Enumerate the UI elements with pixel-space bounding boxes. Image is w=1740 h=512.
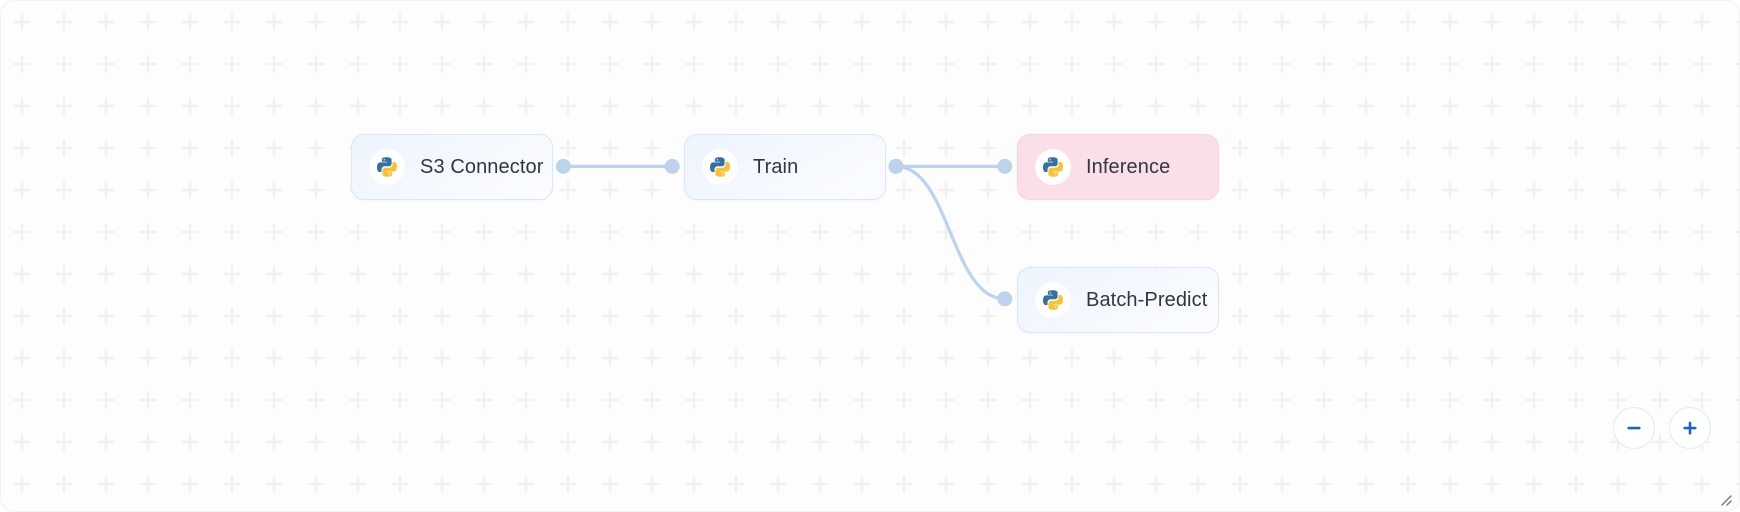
- zoom-controls: [1613, 407, 1711, 449]
- resize-grip-icon[interactable]: [1717, 491, 1733, 507]
- minus-icon: [1627, 426, 1641, 430]
- edge-train-to-inference[interactable]: [888, 158, 1013, 174]
- flow-canvas[interactable]: S3 Connector Train Inference Batch-Predi…: [0, 0, 1740, 512]
- node-label: S3 Connector: [420, 156, 544, 178]
- python-icon: [1036, 283, 1070, 317]
- edge-s3-to-train[interactable]: [555, 158, 680, 174]
- node-label: Inference: [1086, 156, 1171, 178]
- node-label: Train: [753, 156, 799, 178]
- edge-train-to-batch-predict[interactable]: [888, 158, 1013, 307]
- node-label: Batch-Predict: [1086, 289, 1208, 311]
- zoom-out-button[interactable]: [1613, 407, 1655, 449]
- python-icon: [703, 150, 737, 184]
- flow-node-train[interactable]: Train: [684, 134, 886, 200]
- canvas-grid-background: [1, 1, 1739, 511]
- python-icon: [370, 150, 404, 184]
- python-icon: [1036, 150, 1070, 184]
- flow-node-inference[interactable]: Inference: [1017, 134, 1219, 200]
- zoom-in-button[interactable]: [1669, 407, 1711, 449]
- flow-node-s3-connector[interactable]: S3 Connector: [351, 134, 553, 200]
- app-root: S3 Connector Train Inference Batch-Predi…: [0, 0, 1740, 512]
- edge-layer: [555, 158, 1013, 307]
- flow-node-batch-predict[interactable]: Batch-Predict: [1017, 267, 1219, 333]
- plus-icon: [1683, 421, 1697, 435]
